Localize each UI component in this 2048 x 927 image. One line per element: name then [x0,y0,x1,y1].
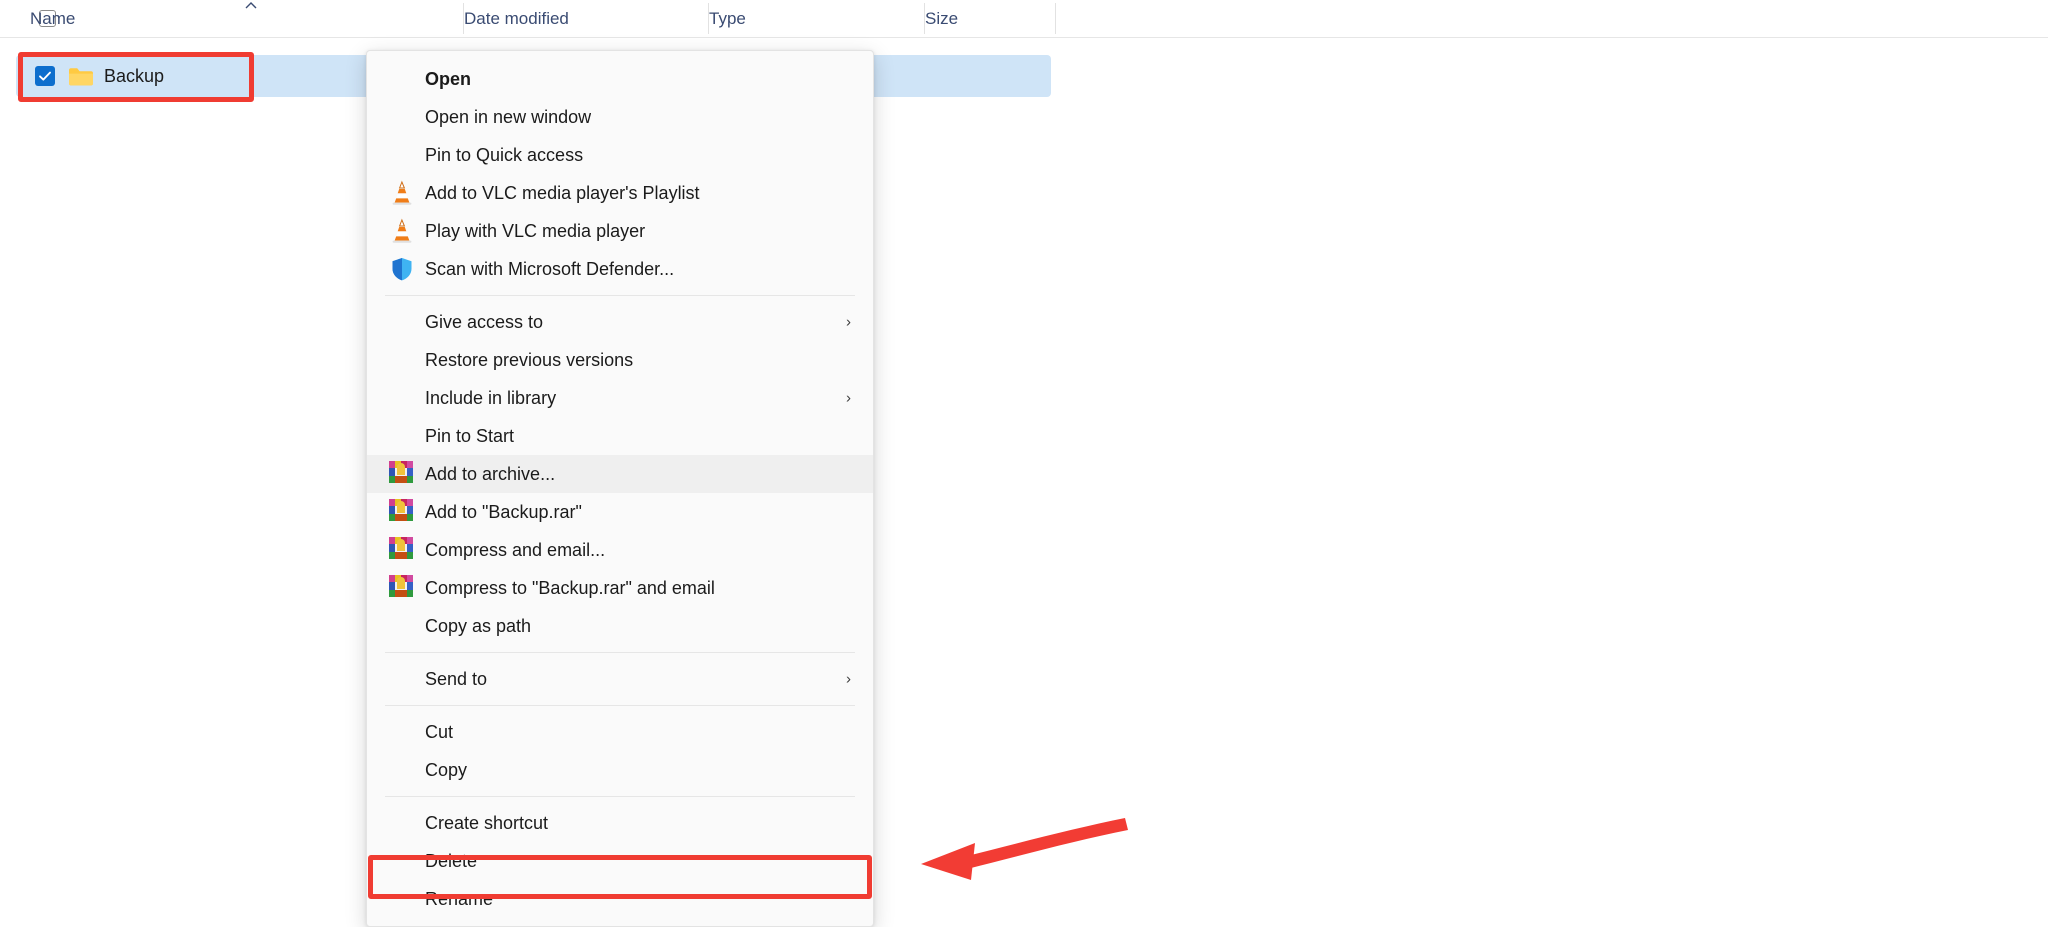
menu-item-icon-placeholder [389,666,415,692]
context-menu-item-copy[interactable]: Copy [367,751,873,789]
vlc-cone-icon [392,180,412,205]
column-header-type-label: Type [709,8,746,28]
menu-item-icon-placeholder [389,757,415,783]
winrar-icon [389,499,415,525]
context-menu-item-copy-as-path[interactable]: Copy as path [367,607,873,645]
context-menu-item-label: Restore previous versions [425,349,634,370]
winrar-icon [389,575,415,601]
menu-item-icon-placeholder [389,104,415,130]
context-menu-item-scan-with-microsoft-defender[interactable]: Scan with Microsoft Defender... [367,250,873,288]
context-menu-item-compress-to-backup-rar-and-email[interactable]: Compress to "Backup.rar" and email [367,569,873,607]
chevron-right-icon: › [846,313,851,331]
context-menu-item-label: Compress to "Backup.rar" and email [425,577,715,598]
annotation-arrow-pointing-to-rename [915,810,1130,885]
defender-shield-icon [392,258,412,281]
context-menu-item-label: Add to VLC media player's Playlist [425,182,700,203]
vlc-cone-icon [389,180,415,206]
menu-item-icon-placeholder [389,810,415,836]
context-menu-item-label: Create shortcut [425,812,549,833]
context-menu-item-add-to-archive[interactable]: Add to archive... [367,455,873,493]
context-menu-item-label: Add to "Backup.rar" [425,501,582,522]
menu-item-icon-placeholder [389,142,415,168]
context-menu-item-label: Copy as path [425,615,532,636]
context-menu-item-label: Send to [425,668,488,689]
menu-item-icon-placeholder [389,423,415,449]
defender-shield-icon [389,256,415,282]
context-menu-item-label: Give access to [425,311,544,332]
context-menu-item-open-in-new-window[interactable]: Open in new window [367,98,873,136]
column-header-size[interactable]: Size [925,0,1055,37]
context-menu-item-pin-to-quick-access[interactable]: Pin to Quick access [367,136,873,174]
context-menu-item-give-access-to[interactable]: Give access to › [367,303,873,341]
context-menu-item-play-with-vlc-media-player[interactable]: Play with VLC media player [367,212,873,250]
context-menu-separator [385,705,855,706]
context-menu-item-open[interactable]: Open [367,60,873,98]
context-menu-item-label: Add to archive... [425,463,556,484]
column-header-date-modified-label: Date modified [464,8,569,28]
file-list-header: Name Date modified Type Size [0,0,2048,38]
chevron-up-icon [245,2,257,9]
context-menu-item-include-in-library[interactable]: Include in library › [367,379,873,417]
context-menu-item-label: Play with VLC media player [425,220,646,241]
context-menu-item-send-to[interactable]: Send to › [367,660,873,698]
context-menu[interactable]: Open Open in new window Pin to Quick acces… [366,50,874,927]
context-menu-item-cut[interactable]: Cut [367,713,873,751]
menu-item-icon-placeholder [389,719,415,745]
context-menu-item-label: Cut [425,721,454,742]
context-menu-item-label: Pin to Quick access [425,144,584,165]
context-menu-item-label: Compress and email... [425,539,606,560]
context-menu-item-label: Open [425,68,472,89]
context-menu-separator [385,295,855,296]
annotation-highlight-backup-row [18,52,254,102]
chevron-right-icon: › [846,670,851,688]
menu-item-icon-placeholder [389,347,415,373]
vlc-cone-icon [389,218,415,244]
column-header-date-modified[interactable]: Date modified [464,0,649,37]
column-header-type[interactable]: Type [709,0,909,37]
context-menu-item-compress-and-email[interactable]: Compress and email... [367,531,873,569]
winrar-icon [389,537,415,563]
context-menu-separator [385,652,855,653]
column-header-size-label: Size [925,8,959,28]
context-menu-item-label: Pin to Start [425,425,515,446]
menu-item-icon-placeholder [389,385,415,411]
column-header-name-label: Name [30,8,76,28]
context-menu-separator [385,796,855,797]
context-menu-item-create-shortcut[interactable]: Create shortcut [367,804,873,842]
vlc-cone-icon [392,218,412,243]
menu-item-icon-placeholder [389,613,415,639]
winrar-icon [389,461,415,487]
sort-ascending-icon [243,0,259,18]
context-menu-item-restore-previous-versions[interactable]: Restore previous versions [367,341,873,379]
menu-item-icon-placeholder [389,66,415,92]
context-menu-item-pin-to-start[interactable]: Pin to Start [367,417,873,455]
arrow-left-icon [921,818,1128,880]
column-divider [1055,3,1056,34]
context-menu-item-label: Include in library [425,387,557,408]
menu-item-icon-placeholder [389,309,415,335]
chevron-right-icon: › [846,389,851,407]
context-menu-item-label: Copy [425,759,468,780]
column-header-name[interactable]: Name [0,0,463,37]
context-menu-item-label: Open in new window [425,106,592,127]
context-menu-item-label: Scan with Microsoft Defender... [425,258,675,279]
context-menu-item-add-to-backup-rar[interactable]: Add to "Backup.rar" [367,493,873,531]
annotation-highlight-rename [368,855,872,899]
context-menu-item-add-to-vlc-media-player-s-playlist[interactable]: Add to VLC media player's Playlist [367,174,873,212]
